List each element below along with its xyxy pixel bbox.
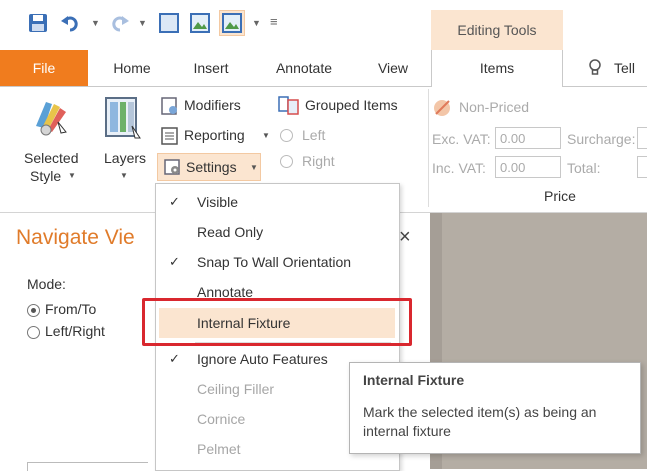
modifiers-button[interactable]: Modifiers (160, 95, 260, 117)
surcharge-label: Surcharge: (567, 131, 636, 147)
menu-item-label: Snap To Wall Orientation (197, 254, 352, 270)
dropdown-icon[interactable]: ▼ (252, 18, 261, 28)
settings-icon (164, 159, 180, 175)
left-right-radio[interactable]: Left/Right (27, 323, 137, 341)
inc-vat-label: Inc. VAT: (432, 160, 486, 176)
grouped-items-icon (278, 96, 299, 115)
layers-dropdown-icon: ▼ (120, 171, 128, 180)
left-label: Left (302, 127, 326, 143)
selected-style-label-2: Style (30, 168, 62, 184)
exc-vat-label: Exc. VAT: (432, 131, 491, 147)
grouped-items-button[interactable]: Grouped Items (278, 95, 418, 117)
window-icon[interactable] (159, 13, 179, 33)
menu-item-read-only[interactable]: Read Only (156, 217, 399, 247)
contextual-tab-header: Editing Tools (431, 10, 563, 50)
modifiers-label: Modifiers (184, 97, 241, 113)
close-icon[interactable]: × (399, 226, 411, 249)
menu-item-label: Cornice (197, 411, 246, 427)
editing-tools-label: Editing Tools (457, 22, 537, 38)
redo-icon[interactable] (110, 13, 130, 33)
from-to-radio-dot (31, 308, 36, 313)
non-priced-icon (434, 100, 450, 116)
layers-icon (105, 97, 141, 139)
surcharge-field[interactable] (637, 127, 647, 149)
from-to-radio[interactable]: From/To (27, 301, 127, 319)
menu-item-visible[interactable]: ✓ Visible (156, 187, 399, 217)
total-label: Total: (567, 160, 601, 176)
left-right-radio-circle (27, 326, 40, 339)
mode-label: Mode: (27, 276, 66, 292)
right-radio[interactable]: Right (280, 151, 360, 173)
left-right-label: Left/Right (45, 323, 105, 339)
menu-item-label: Ignore Auto Features (197, 351, 328, 367)
right-radio-circle (280, 155, 293, 168)
reporting-button[interactable]: Reporting ▼ (160, 125, 275, 147)
check-icon: ✓ (169, 351, 180, 366)
tab-view[interactable]: View (362, 50, 424, 86)
tooltip-title: Internal Fixture (363, 372, 465, 388)
ribbon-tabs: File Home Insert Annotate View Items Tel… (0, 50, 647, 87)
reporting-icon (161, 127, 178, 145)
menu-item-label: Read Only (197, 224, 264, 240)
save-icon[interactable] (28, 13, 48, 33)
annotation-highlight-box (142, 298, 412, 346)
layers-label: Layers (104, 150, 147, 166)
palette-icon (36, 102, 67, 136)
redo-dropdown-icon[interactable]: ▼ (138, 18, 147, 28)
reporting-dropdown-icon: ▼ (262, 131, 270, 140)
from-to-label: From/To (45, 301, 97, 317)
undo-dropdown-icon[interactable]: ▼ (91, 18, 100, 28)
tab-home[interactable]: Home (100, 50, 164, 86)
grouped-items-label: Grouped Items (305, 97, 398, 113)
menu-item-snap-to-wall-orientation[interactable]: ✓ Snap To Wall Orientation (156, 247, 399, 277)
reporting-label: Reporting (184, 127, 245, 143)
settings-dropdown-icon: ▼ (250, 163, 258, 172)
settings-button[interactable]: Settings ▼ (157, 153, 261, 181)
tooltip-description: Mark the selected item(s) as being an in… (363, 404, 597, 439)
check-icon: ✓ (169, 254, 180, 269)
inc-vat-field[interactable]: 0.00 (495, 156, 561, 178)
price-group-label: Price (544, 188, 576, 204)
exc-vat-field[interactable]: 0.00 (495, 127, 561, 149)
undo-icon[interactable] (60, 13, 80, 33)
total-field[interactable] (637, 156, 647, 178)
left-radio-circle (280, 129, 293, 142)
non-priced-label: Non-Priced (459, 99, 530, 115)
image-selected-button[interactable] (219, 10, 245, 36)
tab-items[interactable]: Items (431, 50, 563, 87)
lightbulb-icon[interactable] (588, 59, 602, 77)
image-icon[interactable] (190, 13, 210, 33)
ribbon-divider (428, 89, 429, 207)
tab-tell[interactable]: Tell (614, 50, 647, 86)
tab-annotate[interactable]: Annotate (262, 50, 346, 86)
settings-label: Settings (186, 159, 237, 175)
right-label: Right (302, 153, 335, 169)
selected-style-label: Selected (24, 150, 79, 166)
selected-style-dropdown-icon: ▼ (68, 171, 76, 180)
menu-item-label: Pelmet (197, 441, 241, 457)
menu-item-label: Visible (197, 194, 238, 210)
left-radio[interactable]: Left (280, 125, 360, 147)
modifiers-icon (161, 97, 177, 115)
customize-icon[interactable]: ≡ (270, 14, 278, 29)
non-priced-button[interactable]: Non-Priced (433, 97, 553, 119)
tooltip: Internal Fixture Mark the selected item(… (349, 362, 641, 454)
panel-lower-frame (27, 462, 148, 471)
selected-style-button[interactable]: Selected Style ▼ (20, 92, 86, 192)
check-icon: ✓ (169, 194, 180, 209)
tab-file[interactable]: File (0, 50, 88, 86)
menu-item-label: Ceiling Filler (197, 381, 275, 397)
layers-button[interactable]: Layers ▼ (100, 92, 150, 192)
image-selected-icon (222, 13, 242, 33)
navigate-panel-title: Navigate Vie (16, 226, 135, 249)
tab-insert[interactable]: Insert (178, 50, 244, 86)
